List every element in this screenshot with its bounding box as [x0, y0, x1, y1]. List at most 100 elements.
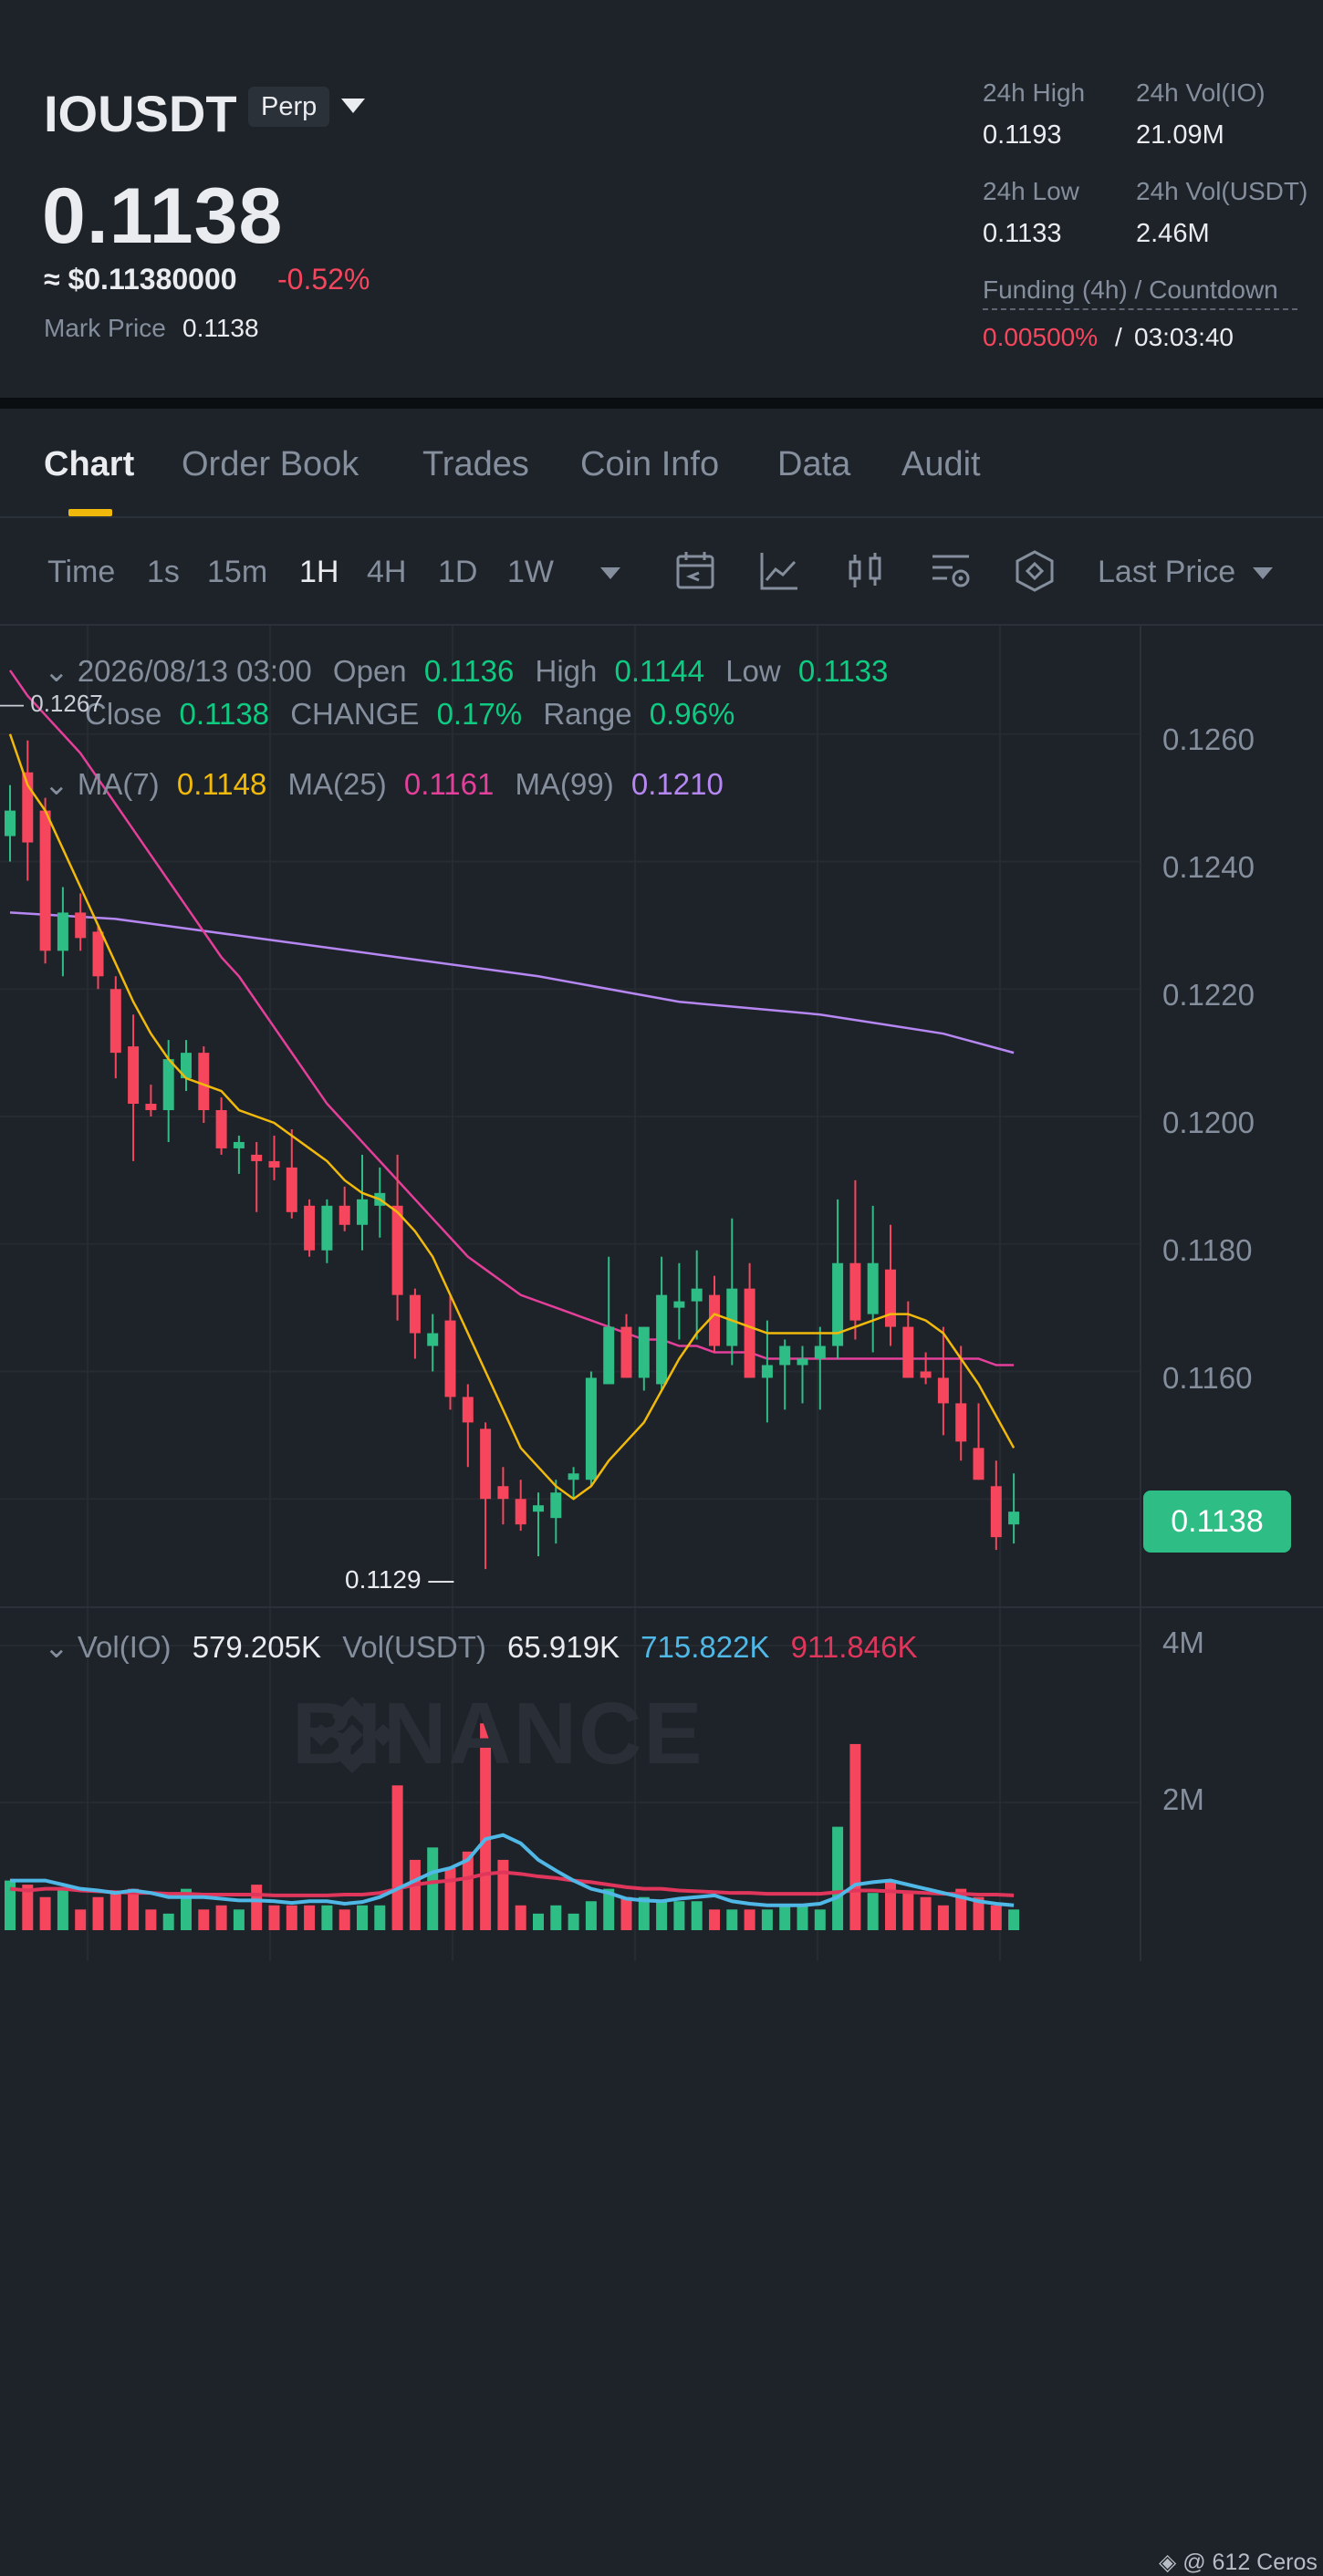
- volume-bar: [761, 1909, 773, 1930]
- candle-body: [145, 1104, 157, 1111]
- volume-ma-lines: [9, 1833, 1015, 1907]
- open-value: 0.1136: [423, 654, 515, 688]
- chart-settings-icon[interactable]: [929, 549, 973, 593]
- price-type-select[interactable]: Last Price: [1098, 555, 1235, 590]
- candle-body: [75, 912, 87, 939]
- collapse-ohlc-icon[interactable]: ⌄: [44, 654, 78, 688]
- ma99-label: MA(99): [515, 767, 614, 801]
- volume-bar: [92, 1896, 104, 1930]
- funding-label[interactable]: Funding (4h) / Countdown: [983, 275, 1297, 310]
- 24h-high-value: 0.1193: [983, 120, 1062, 150]
- candle-body: [286, 1167, 297, 1212]
- binance-logo-icon: [310, 1697, 394, 1773]
- interval-1w[interactable]: 1W: [507, 555, 554, 590]
- interval-1s[interactable]: 1s: [147, 555, 180, 590]
- tab-audit[interactable]: Audit: [901, 445, 981, 484]
- interval-15m[interactable]: 15m: [207, 555, 267, 590]
- volume-ma-a-path: [10, 1833, 1015, 1907]
- funding-rate: 0.00500%: [983, 323, 1099, 351]
- candle-body: [321, 1205, 333, 1251]
- interval-4h[interactable]: 4H: [367, 555, 406, 590]
- vol-usdt-value: 65.919K: [507, 1630, 620, 1664]
- mark-price-value: 0.1138: [182, 314, 259, 342]
- price-change: -0.52%: [277, 263, 370, 296]
- volume-bar: [656, 1901, 668, 1930]
- y-tick-label: 0.1200: [1162, 1106, 1255, 1139]
- 24h-vol-usdt-value: 2.46M: [1136, 219, 1210, 248]
- candle-body: [497, 1486, 509, 1500]
- interval-1d[interactable]: 1D: [438, 555, 477, 590]
- vol-ma-b-value: 911.846K: [790, 1630, 918, 1664]
- active-tab-indicator: [68, 509, 112, 516]
- low-label: Low: [725, 654, 781, 688]
- candle-body: [814, 1345, 826, 1359]
- volume-bar: [620, 1896, 632, 1930]
- volume-bar: [497, 1859, 509, 1930]
- candle-type-icon[interactable]: [843, 549, 887, 593]
- volume-bar: [533, 1913, 544, 1930]
- interval-time[interactable]: Time: [47, 555, 115, 590]
- chart-area[interactable]: BINANCE ⌄ 2026/08/13 03:00 Open 0.1136 H…: [0, 626, 1323, 2575]
- ma7-value: 0.1148: [176, 767, 267, 801]
- vol-ma-a-value: 715.822K: [641, 1630, 770, 1664]
- candle-body: [1008, 1511, 1020, 1525]
- candle-body: [990, 1486, 1002, 1538]
- volume-bar: [321, 1905, 333, 1930]
- candle-body: [955, 1403, 967, 1442]
- tab-order-book[interactable]: Order Book: [182, 445, 359, 484]
- collapse-volume-icon[interactable]: ⌄: [44, 1630, 78, 1664]
- candle-body: [585, 1377, 597, 1480]
- candle-body: [885, 1269, 896, 1327]
- mark-price-label: Mark Price: [44, 314, 166, 342]
- volume-bar: [145, 1909, 157, 1930]
- candle-body: [128, 1046, 140, 1105]
- y-tick-label: 0.1240: [1162, 850, 1255, 884]
- ma-legend: ⌄ MA(7) 0.1148 MA(25) 0.1161 MA(99) 0.12…: [44, 766, 724, 802]
- candle-body: [515, 1499, 526, 1525]
- volume-bar: [391, 1785, 403, 1930]
- vol-io-value: 579.205K: [192, 1630, 322, 1664]
- volume-bar: [779, 1905, 791, 1930]
- candle-body: [691, 1288, 703, 1302]
- symbol-dropdown-icon[interactable]: [341, 99, 365, 113]
- candle-body: [233, 1141, 245, 1148]
- tab-chart[interactable]: Chart: [44, 445, 134, 484]
- candle-body: [797, 1358, 808, 1366]
- price-type-caret-icon[interactable]: [1253, 567, 1273, 579]
- tab-data[interactable]: Data: [777, 445, 850, 484]
- ma99-line: [9, 911, 1015, 1054]
- contract-type-badge: Perp: [248, 87, 330, 127]
- tab-coin-info[interactable]: Coin Info: [580, 445, 719, 484]
- main-tabs: Chart Order Book Trades Coin Info Data A…: [0, 409, 1323, 518]
- symbol-title[interactable]: IOUSDT: [44, 84, 237, 143]
- candle-body: [198, 1053, 210, 1111]
- ma25-value: 0.1161: [403, 767, 495, 801]
- calendar-icon[interactable]: [673, 549, 717, 593]
- volume-bar: [427, 1847, 439, 1930]
- volume-bar: [409, 1859, 421, 1930]
- more-intervals-icon[interactable]: [600, 567, 620, 579]
- collapse-ma-icon[interactable]: ⌄: [44, 767, 78, 801]
- candle-body: [550, 1492, 562, 1519]
- ma7-label: MA(7): [77, 767, 160, 801]
- candle-body: [92, 931, 104, 977]
- depth-icon[interactable]: [1013, 549, 1057, 593]
- volume-bar: [849, 1743, 861, 1930]
- 24h-vol-usdt-label: 24h Vol(USDT): [1136, 177, 1308, 205]
- interval-1h[interactable]: 1H: [299, 555, 339, 590]
- volume-bar: [673, 1901, 685, 1930]
- candle-body: [480, 1428, 492, 1500]
- indicator-icon[interactable]: [757, 549, 801, 593]
- ticker-header: IOUSDT Perp 0.1138 ≈ $0.11380000 -0.52% …: [0, 0, 1323, 398]
- ma25-label: MA(25): [287, 767, 387, 801]
- volume-bar: [937, 1905, 949, 1930]
- candle-body: [726, 1288, 738, 1346]
- volume-bar: [304, 1905, 316, 1930]
- volume-bar: [1008, 1909, 1020, 1930]
- y-tick-label: 0.1160: [1162, 1361, 1253, 1395]
- chart-toolbar: Time 1s 15m 1H 4H 1D 1W Last Price: [0, 518, 1323, 626]
- tab-trades[interactable]: Trades: [422, 445, 529, 484]
- close-value: 0.1138: [179, 697, 270, 731]
- candle-body: [867, 1262, 879, 1314]
- candle-body: [902, 1326, 914, 1378]
